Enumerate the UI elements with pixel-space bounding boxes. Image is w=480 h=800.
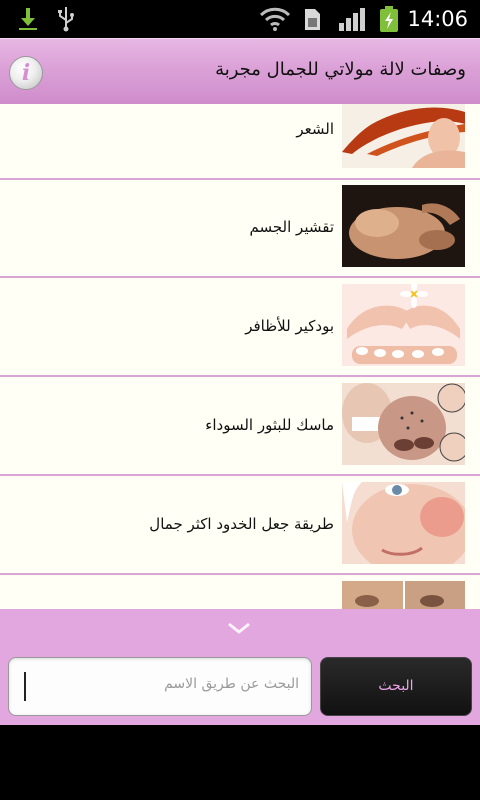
list-item-label: طريقة جعل الخدود اكثر جمال (149, 515, 334, 533)
status-time: 14:06 (407, 7, 468, 31)
search-button[interactable]: البحث (320, 657, 472, 716)
usb-icon (58, 7, 74, 32)
download-icon (19, 8, 37, 30)
blackhead-mask-thumbnail (342, 383, 465, 465)
search-input[interactable]: البحث عن طريق الاسم (8, 657, 312, 716)
list-item[interactable]: الشعر (0, 104, 480, 180)
chevron-down-icon[interactable] (226, 619, 252, 637)
hair-thumbnail (342, 104, 465, 168)
recipe-list[interactable]: الشعر تقشير الجسم بودكير للأظافر ماسك لل… (0, 104, 480, 609)
screen-footer (0, 725, 480, 800)
list-item-label: ماسك للبثور السوداء (205, 416, 334, 434)
list-item[interactable]: بودكير للأظافر (0, 279, 480, 377)
battery-charging-icon (380, 6, 398, 32)
list-item[interactable]: طريقة جعل الخدود اكثر جمال (0, 477, 480, 575)
pedicure-thumbnail (342, 284, 465, 366)
list-item[interactable]: تقشير الجسم (0, 180, 480, 278)
search-panel: البحث عن طريق الاسم البحث (0, 609, 480, 725)
list-item[interactable] (0, 576, 480, 609)
skin-thumbnail (342, 581, 465, 609)
list-item[interactable]: ماسك للبثور السوداء (0, 378, 480, 476)
status-bar: 14:06 (0, 0, 480, 38)
sim-icon (305, 9, 320, 30)
list-item-label: تقشير الجسم (249, 218, 335, 236)
page-title: وصفات لالة مولاتي للجمال مجربة (215, 59, 466, 80)
cheeks-thumbnail (342, 482, 465, 564)
wifi-icon (259, 7, 291, 31)
body-scrub-thumbnail (342, 185, 465, 267)
info-icon[interactable]: i (9, 56, 43, 90)
search-placeholder: البحث عن طريق الاسم (164, 676, 299, 692)
list-item-label: بودكير للأظافر (245, 317, 334, 335)
text-cursor (24, 672, 26, 701)
header-bar: i وصفات لالة مولاتي للجمال مجربة (0, 38, 480, 106)
signal-icon (339, 8, 365, 31)
list-item-label: الشعر (296, 120, 334, 138)
